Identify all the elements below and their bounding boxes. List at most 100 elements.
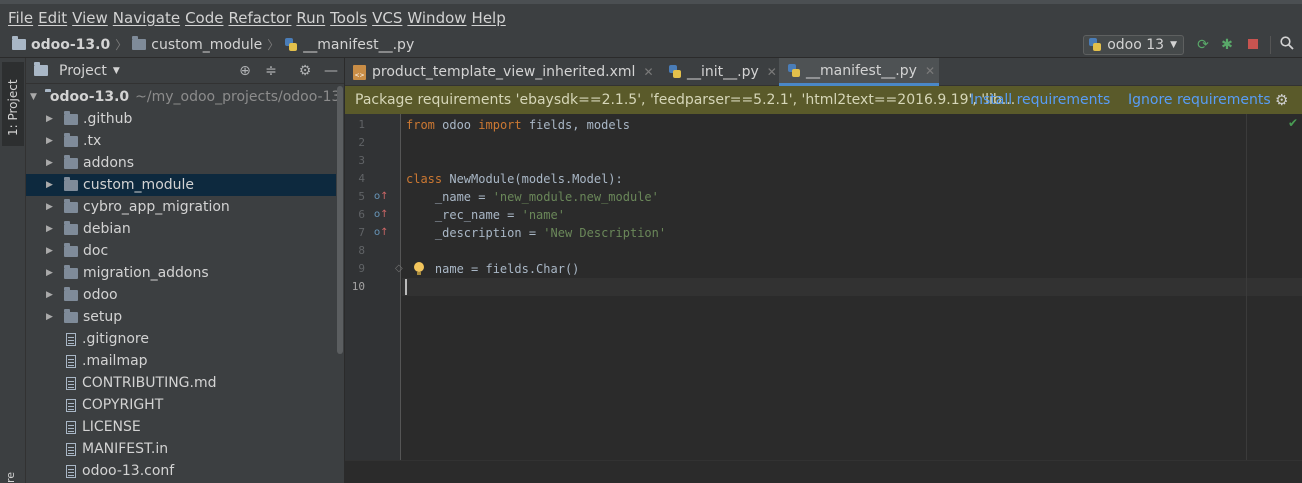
tree-file-label: LICENSE xyxy=(82,419,141,435)
code-line-9: name = fields.Char() xyxy=(406,262,580,276)
editor-tab[interactable]: __init__.py ✕ xyxy=(660,58,778,86)
banner-message: Package requirements 'ebaysdk==2.1.5', '… xyxy=(355,92,1016,108)
tree-folder-migration-addons[interactable]: ▶ migration_addons xyxy=(26,262,336,284)
tree-folder-tx[interactable]: ▶ .tx xyxy=(26,130,336,152)
folder-icon xyxy=(64,264,78,279)
search-icon[interactable] xyxy=(1278,36,1296,54)
run-config-label: odoo 13 xyxy=(1107,37,1165,53)
breadcrumb-folder[interactable]: custom_module xyxy=(132,36,263,53)
close-icon[interactable]: ✕ xyxy=(767,65,777,79)
editor-horizontal-scroll[interactable] xyxy=(345,460,1302,483)
tree-folder-custom-module[interactable]: ▶ custom_module xyxy=(26,174,336,196)
toolbar-divider xyxy=(1270,36,1271,54)
folder-icon xyxy=(64,286,78,301)
folder-icon xyxy=(64,308,78,323)
breadcrumb-file[interactable]: __manifest__.py xyxy=(284,37,414,53)
collapse-arrow-icon[interactable]: ▶ xyxy=(46,268,56,278)
editor-tabs: <> product_template_view_inherited.xml ✕ __… xyxy=(345,58,1302,86)
tree-file[interactable]: MANIFEST.in xyxy=(26,438,336,460)
override-marker-icon[interactable]: o↑ xyxy=(374,224,389,242)
tree-folder-debian[interactable]: ▶ debian xyxy=(26,218,336,240)
tree-folder-setup[interactable]: ▶ setup xyxy=(26,306,336,328)
close-icon[interactable]: ✕ xyxy=(643,65,653,79)
chevron-down-icon[interactable]: ▼ xyxy=(113,66,120,76)
breadcrumb-root[interactable]: odoo-13.0 xyxy=(12,36,111,53)
tree-file[interactable]: .mailmap xyxy=(26,350,336,372)
project-icon xyxy=(34,62,48,76)
line-number: 6 xyxy=(358,208,365,221)
python-file-icon xyxy=(284,37,298,52)
collapse-arrow-icon[interactable]: ▶ xyxy=(46,202,56,212)
stop-icon[interactable] xyxy=(1244,36,1262,54)
menu-view[interactable]: View xyxy=(72,9,108,27)
menu-refactor[interactable]: Refactor xyxy=(228,9,291,27)
tree-folder-label: debian xyxy=(83,221,131,237)
close-icon[interactable]: ✕ xyxy=(925,64,935,78)
menu-window[interactable]: Window xyxy=(407,9,466,27)
expand-arrow-icon[interactable]: ▼ xyxy=(30,92,37,102)
tree-folder-github[interactable]: ▶ .github xyxy=(26,108,336,130)
menu-code[interactable]: Code xyxy=(185,9,223,27)
code-line-4: class NewModule(models.Model): xyxy=(406,172,623,186)
lightbulb-icon[interactable] xyxy=(413,262,425,276)
breadcrumb-folder-label: custom_module xyxy=(151,36,263,53)
ignore-requirements-link[interactable]: Ignore requirements xyxy=(1128,92,1271,108)
collapse-all-icon[interactable]: ≑ xyxy=(262,62,280,80)
collapse-arrow-icon[interactable]: ▶ xyxy=(46,312,56,322)
inspection-ok-icon[interactable]: ✔ xyxy=(1288,116,1298,130)
tree-folder-odoo[interactable]: ▶ odoo xyxy=(26,284,336,306)
editor-tab-label: __manifest__.py xyxy=(806,62,917,79)
tree-file[interactable]: LICENSE xyxy=(26,416,336,438)
project-tool-tab[interactable]: 1: Project xyxy=(2,62,24,146)
collapse-arrow-icon[interactable]: ▶ xyxy=(46,224,56,234)
tree-folder-label: doc xyxy=(83,243,109,259)
project-scrollbar[interactable] xyxy=(336,58,344,358)
collapse-arrow-icon[interactable]: ▶ xyxy=(46,290,56,300)
menu-edit[interactable]: Edit xyxy=(38,9,67,27)
tree-root[interactable]: ▼ odoo-13.0 ~/my_odoo_projects/odoo-13 xyxy=(26,86,340,108)
collapse-arrow-icon[interactable]: ▶ xyxy=(46,246,56,256)
collapse-arrow-icon[interactable]: ▶ xyxy=(46,180,56,190)
tree-folder-cybro-app-migration[interactable]: ▶ cybro_app_migration xyxy=(26,196,336,218)
fold-icon[interactable]: ◇ xyxy=(395,260,403,278)
project-panel-title[interactable]: Project xyxy=(59,63,107,79)
tree-file[interactable]: odoo-13.conf xyxy=(26,460,336,482)
locate-icon[interactable]: ⊕ xyxy=(236,62,254,80)
tree-file[interactable]: CONTRIBUTING.md xyxy=(26,372,336,394)
collapse-arrow-icon[interactable]: ▶ xyxy=(46,158,56,168)
rerun-icon[interactable]: ⟳ xyxy=(1194,36,1212,54)
editor-tab[interactable]: <> product_template_view_inherited.xml ✕ xyxy=(345,58,655,86)
gear-icon[interactable]: ⚙ xyxy=(1275,91,1288,109)
collapse-arrow-icon[interactable]: ▶ xyxy=(46,136,56,146)
menu-run[interactable]: Run xyxy=(296,9,325,27)
debug-icon[interactable]: ✱ xyxy=(1218,36,1236,54)
tree-file-label: .gitignore xyxy=(82,331,149,347)
tree-folder-label: custom_module xyxy=(83,177,195,193)
file-icon xyxy=(66,420,76,434)
code-line-7: _description = 'New Description' xyxy=(406,226,667,240)
tree-folder-addons[interactable]: ▶ addons xyxy=(26,152,336,174)
tree-file[interactable]: .gitignore xyxy=(26,328,336,350)
tree-file-label: CONTRIBUTING.md xyxy=(82,375,217,391)
menu-help[interactable]: Help xyxy=(472,9,506,27)
menu-file[interactable]: File xyxy=(8,9,33,27)
code-editor[interactable]: 1 2 3 4 5 6 7 8 9 10 o↑ o↑ o↑ ◇ ✔ from odoo import fi… xyxy=(345,114,1302,460)
code-line-1: from odoo import fields, models xyxy=(406,118,630,132)
install-requirements-link[interactable]: Install requirements xyxy=(970,92,1110,108)
editor-tab[interactable]: __manifest__.py ✕ xyxy=(779,58,939,86)
tree-folder-doc[interactable]: ▶ doc xyxy=(26,240,336,262)
line-number: 2 xyxy=(358,136,365,149)
override-marker-icon[interactable]: o↑ xyxy=(374,188,389,206)
breadcrumb-root-label: odoo-13.0 xyxy=(31,36,111,53)
override-marker-icon[interactable]: o↑ xyxy=(374,206,389,224)
menu-vcs[interactable]: VCS xyxy=(372,9,402,27)
file-icon xyxy=(66,354,76,368)
project-panel: Project ▼ ⊕ ≑ ⚙ — ▼ odoo-13.0 ~/my_odoo_pr… xyxy=(26,58,344,483)
menu-tools[interactable]: Tools xyxy=(330,9,367,27)
gear-icon[interactable]: ⚙ xyxy=(296,62,314,80)
tree-file[interactable]: COPYRIGHT xyxy=(26,394,336,416)
run-config-dropdown[interactable]: odoo 13 ▼ xyxy=(1083,35,1184,55)
tree-folder-label: .tx xyxy=(83,133,102,149)
collapse-arrow-icon[interactable]: ▶ xyxy=(46,114,56,124)
menu-navigate[interactable]: Navigate xyxy=(113,9,180,27)
